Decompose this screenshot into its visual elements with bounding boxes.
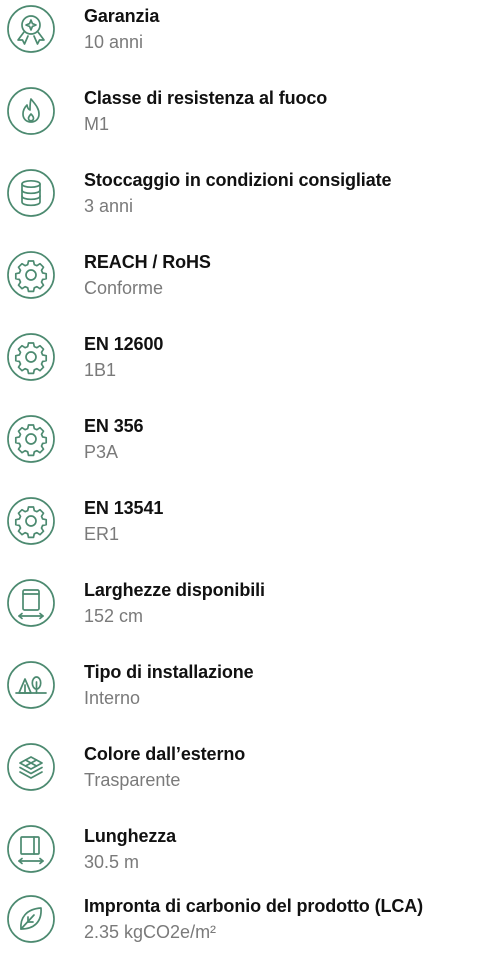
spec-value: 1B1 xyxy=(84,360,117,380)
spec-item-storage: Stoccaggio in condizioni consigliate 3 a… xyxy=(0,164,481,234)
spec-item-length: Lunghezza 30.5 m xyxy=(0,820,481,890)
spec-value: M1 xyxy=(84,114,110,134)
spec-title: EN 12600 xyxy=(84,334,164,354)
spec-value: Trasparente xyxy=(84,770,181,790)
spec-item-widths: Larghezze disponibili 152 cm xyxy=(0,574,481,644)
spec-title: Larghezze disponibili xyxy=(84,580,265,600)
spec-title: EN 13541 xyxy=(84,498,164,518)
fire-icon xyxy=(6,86,56,136)
spec-item-en-13541: EN 13541 ER1 xyxy=(0,492,481,562)
leaf-icon xyxy=(6,894,56,944)
layers-icon xyxy=(6,742,56,792)
spec-item-reach-rohs: REACH / RoHS Conforme xyxy=(0,246,481,316)
spec-item-installation: Tipo di installazione Interno xyxy=(0,656,481,726)
gear-icon xyxy=(6,250,56,300)
spec-value: 30.5 m xyxy=(84,852,140,872)
length-icon xyxy=(6,824,56,874)
spec-title: Colore dall’esterno xyxy=(84,744,246,764)
spec-title: Classe di resistenza al fuoco xyxy=(84,88,328,108)
spec-value: Interno xyxy=(84,688,141,708)
spec-value: 152 cm xyxy=(84,606,144,626)
spec-item-en-12600: EN 12600 1B1 xyxy=(0,328,481,398)
spec-title: Tipo di installazione xyxy=(84,662,254,682)
spec-title: Stoccaggio in condizioni consigliate xyxy=(84,170,392,190)
spec-value: ER1 xyxy=(84,524,120,544)
spec-item-exterior-color: Colore dall’esterno Trasparente xyxy=(0,738,481,808)
gear-icon xyxy=(6,414,56,464)
spec-value: Conforme xyxy=(84,278,164,298)
roll-width-icon xyxy=(6,578,56,628)
spec-title: REACH / RoHS xyxy=(84,252,211,272)
spec-item-en-356: EN 356 P3A xyxy=(0,410,481,480)
gear-icon xyxy=(6,496,56,546)
spec-title: Lunghezza xyxy=(84,826,177,846)
spec-value: 10 anni xyxy=(84,32,144,52)
spec-title: Garanzia xyxy=(84,6,160,26)
spec-item-fire-class: Classe di resistenza al fuoco M1 xyxy=(0,82,481,152)
spec-title: EN 356 xyxy=(84,416,144,436)
spec-value: 3 anni xyxy=(84,196,134,216)
spec-list: Garanzia 10 anni Classe di resistenza al… xyxy=(0,0,481,943)
spec-value: P3A xyxy=(84,442,119,462)
spec-item-warranty: Garanzia 10 anni xyxy=(0,0,481,70)
gear-icon xyxy=(6,332,56,382)
storage-icon xyxy=(6,168,56,218)
spec-title: Impronta di carbonio del prodotto (LCA) xyxy=(84,896,424,916)
indoor-outdoor-icon xyxy=(6,660,56,710)
award-icon xyxy=(6,4,56,54)
spec-item-carbon-footprint: Impronta di carbonio del prodotto (LCA) … xyxy=(0,890,481,960)
